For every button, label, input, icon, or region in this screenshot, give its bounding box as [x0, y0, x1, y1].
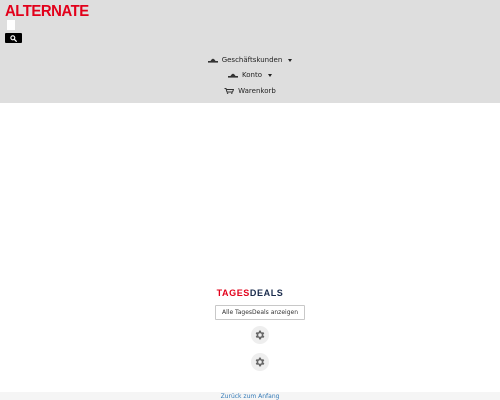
account-menu[interactable]: Konto [228, 70, 272, 80]
nav-account: Konto [0, 70, 500, 81]
account-label: Konto [242, 71, 262, 79]
tagesdeals-heading-part2: DEALS [249, 288, 284, 298]
chevron-down-icon [288, 58, 293, 62]
loading-spinner [251, 353, 269, 371]
gear-icon [255, 330, 265, 340]
show-all-deals-button[interactable]: Alle TagesDeals anzeigen [215, 305, 305, 320]
nav-cart: Warenkorb [0, 86, 500, 97]
nav-business: Geschäftskunden [0, 55, 500, 66]
business-customers-menu[interactable]: Geschäftskunden [207, 55, 293, 65]
gear-icon [255, 357, 265, 367]
alternate-logo[interactable]: ALTERNATE [5, 4, 89, 20]
user-icon [207, 58, 218, 63]
loading-spinner [251, 326, 269, 344]
back-to-top-link[interactable]: Zurück zum Anfang [0, 393, 500, 400]
tagesdeals-heading-part1: TAGES [216, 288, 250, 298]
header: ALTERNATE Geschäftskunden Konto Warenkor… [0, 0, 500, 103]
cart-link[interactable]: Warenkorb [224, 86, 276, 96]
tagesdeals-heading: TAGESDEALS [0, 288, 500, 298]
cart-label: Warenkorb [238, 87, 276, 95]
search-button[interactable] [5, 33, 22, 43]
cart-icon [224, 88, 235, 94]
search-icon [10, 34, 17, 42]
business-customers-label: Geschäftskunden [221, 56, 283, 64]
menu-placeholder [7, 20, 15, 30]
chevron-down-icon [268, 73, 272, 77]
user-icon [228, 73, 238, 78]
